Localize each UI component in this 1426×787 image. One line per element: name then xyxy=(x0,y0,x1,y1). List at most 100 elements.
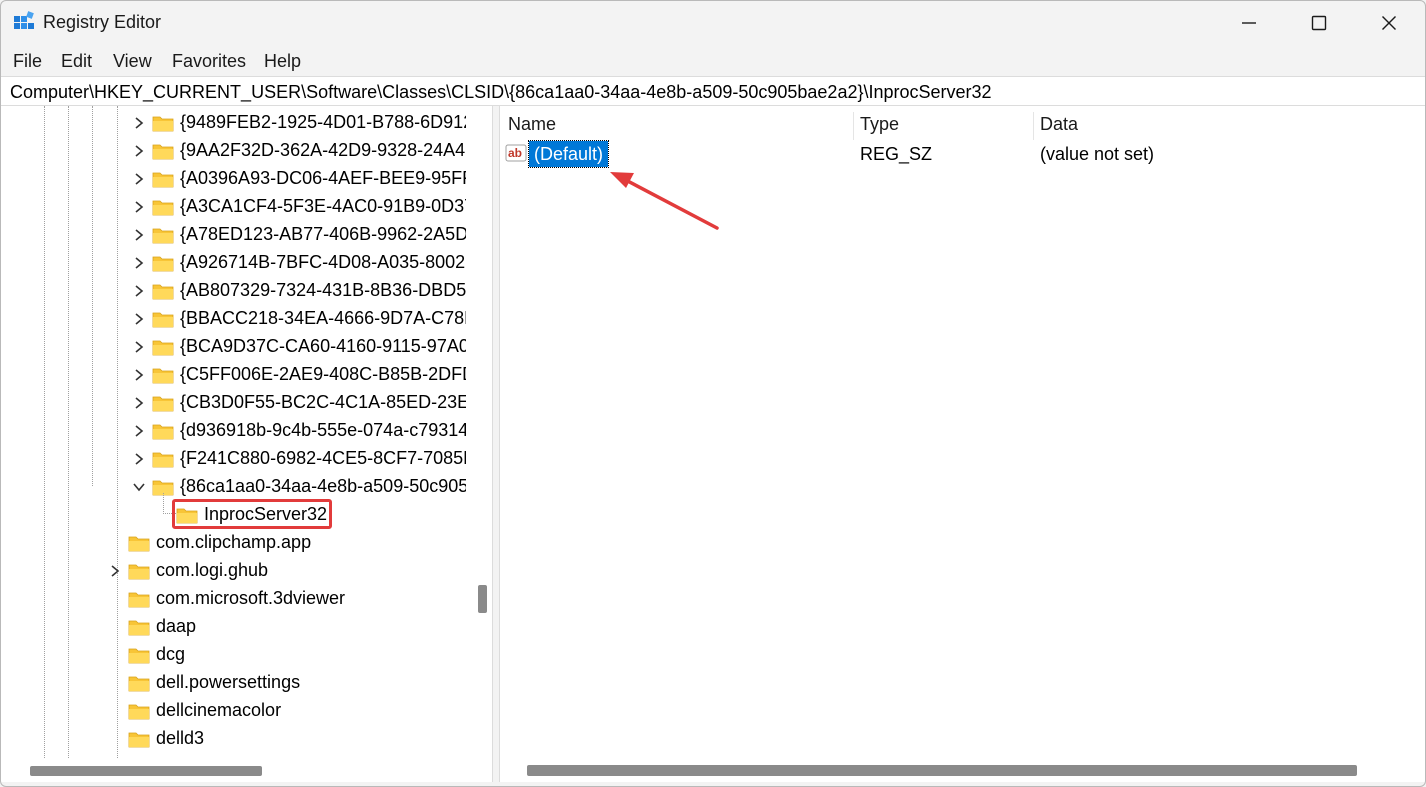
tree-item-label: {9AA2F32D-362A-42D9-9328-24A4 xyxy=(180,140,466,160)
tree-item-label: {A78ED123-AB77-406B-9962-2A5D xyxy=(180,224,466,244)
chevron-right-icon[interactable] xyxy=(132,228,146,242)
tree-item-label: delld3 xyxy=(156,728,205,748)
chevron-down-icon[interactable] xyxy=(132,480,146,494)
column-separator[interactable] xyxy=(853,112,854,140)
tree-item-class-key[interactable]: delld3 xyxy=(4,725,466,753)
tree-item-label: {AB807329-7324-431B-8B36-DBD58 xyxy=(180,280,466,300)
tree-item-label: {9489FEB2-1925-4D01-B788-6D912 xyxy=(180,112,466,132)
address-bar[interactable]: Computer\HKEY_CURRENT_USER\Software\Clas… xyxy=(0,76,1426,106)
tree-item-label: {F241C880-6982-4CE5-8CF7-7085B xyxy=(180,448,466,468)
column-header-data[interactable]: Data xyxy=(1040,114,1078,135)
chevron-right-icon[interactable] xyxy=(132,340,146,354)
tree-item-label: {86ca1aa0-34aa-4e8b-a509-50c905 xyxy=(180,476,466,496)
folder-icon xyxy=(152,424,174,440)
menu-favorites[interactable]: Favorites xyxy=(172,51,246,72)
maximize-button[interactable] xyxy=(1284,0,1354,46)
tree-item-clsid-key[interactable]: {86ca1aa0-34aa-4e8b-a509-50c905 xyxy=(4,473,466,501)
tree-item-class-key[interactable]: daap xyxy=(4,613,466,641)
tree-item-clsid-key[interactable]: {AB807329-7324-431B-8B36-DBD58 xyxy=(4,277,466,305)
tree-item-label: {A0396A93-DC06-4AEF-BEE9-95FFC xyxy=(180,168,466,188)
chevron-right-icon[interactable] xyxy=(132,116,146,130)
chevron-right-icon[interactable] xyxy=(132,172,146,186)
tree-item-clsid-key[interactable]: {C5FF006E-2AE9-408C-B85B-2DFDD xyxy=(4,361,466,389)
tree-item-clsid-key[interactable]: {BCA9D37C-CA60-4160-9115-97A0 xyxy=(4,333,466,361)
close-button[interactable] xyxy=(1354,0,1424,46)
annotation-arrow-icon xyxy=(610,172,719,230)
status-strip xyxy=(0,782,1426,787)
list-horizontal-scrollbar-thumb[interactable] xyxy=(527,765,1357,776)
tree-item-label: {A926714B-7BFC-4D08-A035-80021 xyxy=(180,252,466,272)
tree-item-label: {d936918b-9c4b-555e-074a-c79314 xyxy=(180,420,466,440)
tree-vertical-scrollbar-thumb[interactable] xyxy=(478,585,487,613)
tree-item-class-key[interactable]: dell.powersettings xyxy=(4,669,466,697)
chevron-right-icon[interactable] xyxy=(132,144,146,158)
chevron-right-icon[interactable] xyxy=(132,452,146,466)
folder-icon xyxy=(128,648,150,664)
tree-item-clsid-key[interactable]: {A78ED123-AB77-406B-9962-2A5D xyxy=(4,221,466,249)
tree-item-clsid-key[interactable]: {BBACC218-34EA-4666-9D7A-C78F xyxy=(4,305,466,333)
folder-icon xyxy=(152,116,174,132)
folder-icon xyxy=(152,200,174,216)
folder-icon xyxy=(128,732,150,748)
tree-item-clsid-key[interactable]: {d936918b-9c4b-555e-074a-c79314 xyxy=(4,417,466,445)
column-header-type[interactable]: Type xyxy=(860,114,899,135)
value-name[interactable]: (Default) xyxy=(527,140,610,168)
tree-item-label: daap xyxy=(156,616,197,636)
menu-file[interactable]: File xyxy=(13,51,42,72)
tree-item-label: {BBACC218-34EA-4666-9D7A-C78F xyxy=(180,308,466,328)
chevron-right-icon[interactable] xyxy=(132,312,146,326)
string-value-icon: ab xyxy=(505,144,527,162)
tree-item-class-key[interactable]: com.microsoft.3dviewer xyxy=(4,585,466,613)
tree-item-class-key[interactable]: com.clipchamp.app xyxy=(4,529,466,557)
key-tree-pane[interactable]: {9489FEB2-1925-4D01-B788-6D912 {9AA2F32D-… xyxy=(4,106,492,758)
registry-editor-icon xyxy=(14,11,34,29)
tree-item-clsid-key[interactable]: {F241C880-6982-4CE5-8CF7-7085B xyxy=(4,445,466,473)
folder-icon xyxy=(152,340,174,356)
folder-icon xyxy=(152,396,174,412)
value-type: REG_SZ xyxy=(860,144,933,164)
minimize-button[interactable] xyxy=(1214,0,1284,46)
tree-item-clsid-key[interactable]: {9489FEB2-1925-4D01-B788-6D912 xyxy=(4,109,466,137)
value-data: (value not set) xyxy=(1040,144,1155,164)
menu-edit[interactable]: Edit xyxy=(61,51,92,72)
pane-splitter[interactable] xyxy=(492,106,500,787)
tree-item-class-key[interactable]: dcg xyxy=(4,641,466,669)
tree-horizontal-scrollbar-thumb[interactable] xyxy=(30,766,262,776)
chevron-right-icon[interactable] xyxy=(132,424,146,438)
tree-item-clsid-key[interactable]: {A3CA1CF4-5F3E-4AC0-91B9-0D37 xyxy=(4,193,466,221)
folder-icon xyxy=(128,536,150,552)
chevron-right-icon[interactable] xyxy=(132,200,146,214)
chevron-right-icon[interactable] xyxy=(132,284,146,298)
folder-icon xyxy=(152,228,174,244)
folder-icon xyxy=(152,452,174,468)
tree-item-class-key[interactable]: dellcinemacolor xyxy=(4,697,466,725)
menu-view[interactable]: View xyxy=(113,51,152,72)
tree-item-clsid-key[interactable]: {CB3D0F55-BC2C-4C1A-85ED-23ED xyxy=(4,389,466,417)
folder-icon xyxy=(152,172,174,188)
column-header-name[interactable]: Name xyxy=(508,114,556,135)
tree-item-label: dcg xyxy=(156,644,186,664)
window-title: Registry Editor xyxy=(43,12,162,32)
menu-help[interactable]: Help xyxy=(264,51,301,72)
folder-icon xyxy=(152,368,174,384)
tree-item-label: {A3CA1CF4-5F3E-4AC0-91B9-0D37 xyxy=(180,196,466,216)
menu-bar: File Edit View Favorites Help xyxy=(0,46,1426,76)
tree-item-class-key[interactable]: com.logi.ghub xyxy=(4,557,466,585)
tree-item-label: com.clipchamp.app xyxy=(156,532,312,552)
tree-item-label: {CB3D0F55-BC2C-4C1A-85ED-23ED xyxy=(180,392,466,412)
tree-item-clsid-key[interactable]: {9AA2F32D-362A-42D9-9328-24A4 xyxy=(4,137,466,165)
tree-item-clsid-key[interactable]: {A0396A93-DC06-4AEF-BEE9-95FFC xyxy=(4,165,466,193)
chevron-right-icon[interactable] xyxy=(132,256,146,270)
folder-icon xyxy=(128,704,150,720)
close-icon xyxy=(1382,16,1396,30)
tree-item-clsid-key[interactable]: {A926714B-7BFC-4D08-A035-80021 xyxy=(4,249,466,277)
chevron-right-icon[interactable] xyxy=(132,368,146,382)
chevron-right-icon[interactable] xyxy=(108,564,122,578)
folder-icon xyxy=(152,256,174,272)
tree-item-label: dell.powersettings xyxy=(156,672,301,692)
column-separator[interactable] xyxy=(1033,112,1034,140)
folder-icon xyxy=(128,592,150,608)
chevron-right-icon[interactable] xyxy=(132,396,146,410)
folder-icon xyxy=(128,620,150,636)
address-path[interactable]: Computer\HKEY_CURRENT_USER\Software\Clas… xyxy=(10,82,992,103)
